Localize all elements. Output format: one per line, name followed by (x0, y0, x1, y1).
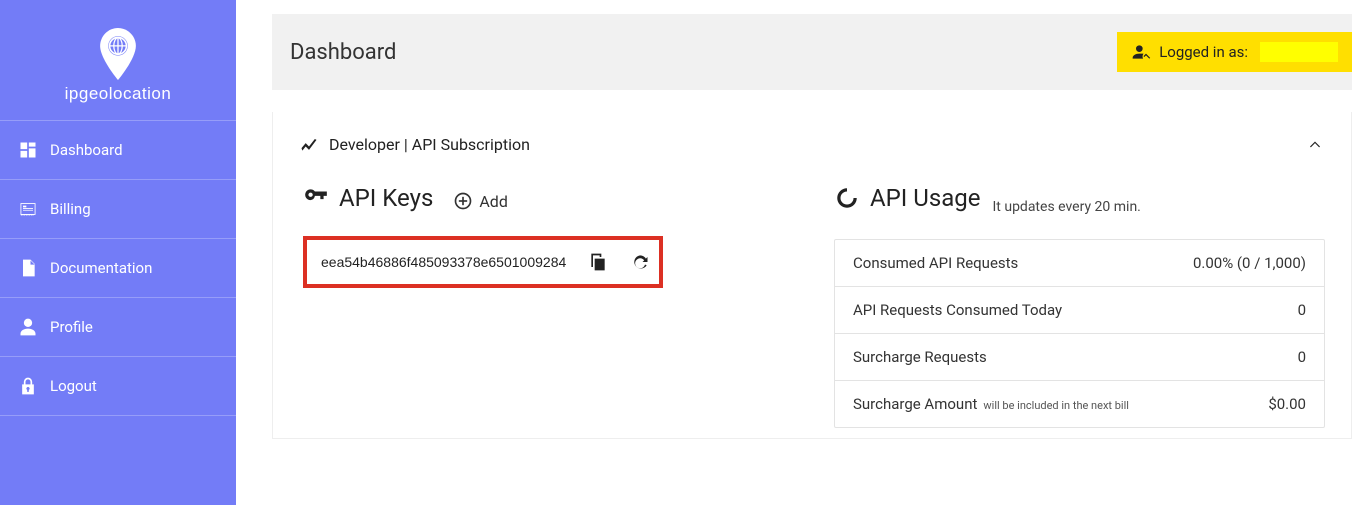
usage-donut-icon (834, 185, 860, 211)
brand-logo[interactable]: ipgeolocation (0, 0, 236, 120)
sidebar-item-billing[interactable]: Billing (0, 180, 236, 239)
subscription-panel: Developer | API Subscription API Keys Ad… (272, 112, 1352, 439)
usage-label: Consumed API Requests (853, 254, 1018, 272)
sidebar-item-label: Profile (50, 318, 93, 336)
brand-name: ipgeolocation (65, 84, 172, 104)
logged-in-text: Logged in as: (1159, 43, 1248, 61)
api-keys-title: API Keys (339, 184, 433, 212)
plus-circle-icon (453, 191, 473, 211)
copy-icon (588, 252, 608, 272)
sidebar-item-logout[interactable]: Logout (0, 357, 236, 416)
sidebar-nav: Dashboard Billing Documentation Profile (0, 120, 236, 416)
chevron-up-icon[interactable] (1305, 134, 1325, 154)
sidebar-item-label: Billing (50, 200, 91, 218)
sidebar: ipgeolocation Dashboard Billing Document… (0, 0, 236, 505)
billing-icon (18, 199, 38, 219)
add-key-label: Add (479, 192, 507, 211)
sidebar-item-label: Documentation (50, 259, 152, 277)
panel-title: Developer | API Subscription (329, 135, 530, 154)
usage-row-surcharge-requests: Surcharge Requests 0 (835, 334, 1324, 381)
profile-icon (18, 317, 38, 337)
panel-header[interactable]: Developer | API Subscription (299, 134, 1325, 154)
refresh-icon (630, 252, 650, 272)
sidebar-item-label: Dashboard (50, 141, 123, 159)
usage-label: API Requests Consumed Today (853, 301, 1062, 319)
sidebar-item-documentation[interactable]: Documentation (0, 239, 236, 298)
documentation-icon (18, 258, 38, 278)
sidebar-item-label: Logout (50, 377, 97, 395)
sidebar-item-profile[interactable]: Profile (0, 298, 236, 357)
usage-table: Consumed API Requests 0.00% (0 / 1,000) … (834, 239, 1325, 428)
chart-line-icon (299, 134, 319, 154)
api-keys-section: API Keys Add eea54b46886f485093378e65010… (299, 184, 794, 428)
usage-value: $0.00 (1268, 395, 1306, 413)
logged-in-badge: Logged in as: (1117, 32, 1352, 72)
key-icon (303, 185, 329, 211)
usage-value: 0 (1298, 348, 1306, 366)
regenerate-key-button[interactable] (630, 252, 650, 272)
usage-note: will be included in the next bill (983, 399, 1129, 412)
dashboard-icon (18, 140, 38, 160)
main-content: Dashboard Logged in as: Developer | API … (236, 0, 1362, 505)
usage-row-surcharge-amount: Surcharge Amount will be included in the… (835, 381, 1324, 427)
api-usage-section: API Usage It updates every 20 min. Consu… (834, 184, 1325, 428)
usage-row-today: API Requests Consumed Today 0 (835, 287, 1324, 334)
user-check-icon (1131, 42, 1151, 62)
logged-in-user-redacted (1260, 42, 1338, 62)
api-key-value: eea54b46886f485093378e6501009284 (321, 254, 566, 270)
api-usage-title: API Usage (870, 184, 980, 212)
usage-value: 0.00% (0 / 1,000) (1193, 254, 1306, 272)
logout-icon (18, 376, 38, 396)
copy-key-button[interactable] (588, 252, 608, 272)
usage-value: 0 (1298, 301, 1306, 319)
sidebar-item-dashboard[interactable]: Dashboard (0, 120, 236, 180)
usage-label: Surcharge Amount (853, 395, 977, 413)
map-pin-icon (98, 28, 138, 80)
page-header: Dashboard Logged in as: (272, 14, 1352, 90)
api-key-row: eea54b46886f485093378e6501009284 (303, 236, 663, 288)
add-key-button[interactable]: Add (453, 191, 507, 211)
usage-row-consumed: Consumed API Requests 0.00% (0 / 1,000) (835, 240, 1324, 287)
usage-label: Surcharge Requests (853, 348, 987, 366)
page-title: Dashboard (290, 40, 396, 65)
api-usage-subtitle: It updates every 20 min. (992, 199, 1140, 215)
